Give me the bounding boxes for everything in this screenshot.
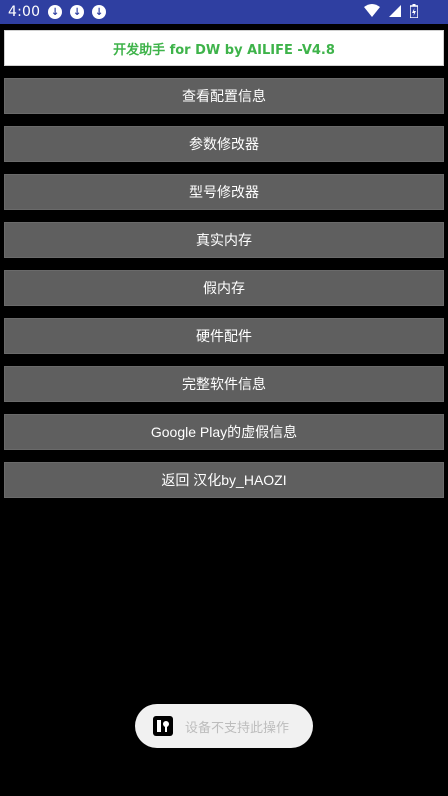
download-icon: ↓: [92, 5, 107, 19]
fake-memory-button[interactable]: 假内存: [4, 270, 444, 306]
signal-icon: [389, 5, 401, 17]
real-memory-button[interactable]: 真实内存: [4, 222, 444, 258]
status-time: 4:00: [8, 4, 41, 20]
param-editor-button[interactable]: 参数修改器: [4, 126, 444, 162]
status-icons: [364, 4, 418, 18]
battery-icon: [410, 4, 418, 18]
app-title: 开发助手 for DW by AILIFE -V4.8: [4, 30, 444, 66]
download-icon: ↓: [48, 5, 63, 19]
status-bar: 4:00 ↓ ↓ ↓: [0, 0, 448, 24]
toast-message: 设备不支持此操作: [185, 720, 290, 736]
toast: 设备不支持此操作: [135, 704, 313, 748]
software-info-button[interactable]: 完整软件信息: [4, 366, 444, 402]
hardware-button[interactable]: 硬件配件: [4, 318, 444, 354]
google-play-fake-info-button[interactable]: Google Play的虚假信息: [4, 414, 444, 450]
back-button[interactable]: 返回 汉化by_HAOZI: [4, 462, 444, 498]
app-icon: [153, 716, 173, 736]
download-icon: ↓: [70, 5, 85, 19]
wifi-icon: [364, 4, 380, 17]
view-config-button[interactable]: 查看配置信息: [4, 78, 444, 114]
model-editor-button[interactable]: 型号修改器: [4, 174, 444, 210]
